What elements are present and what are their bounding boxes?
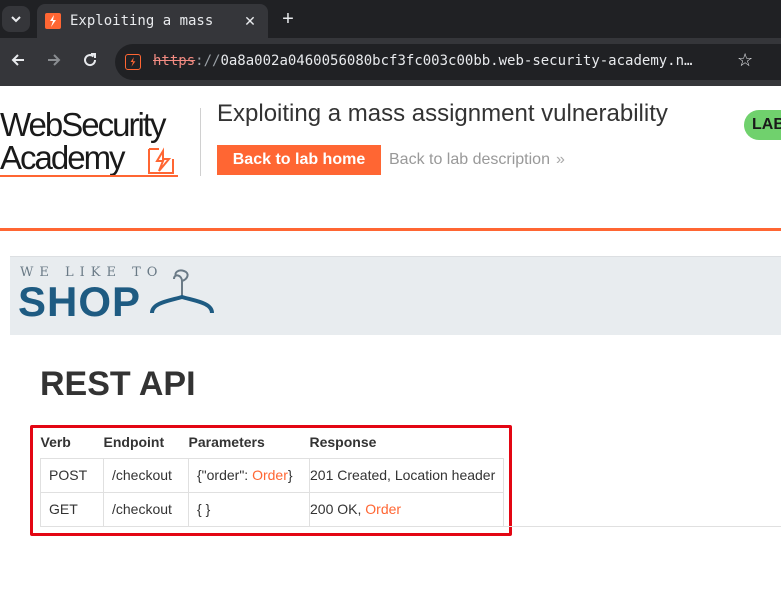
shop-wordmark: SHOP [18,278,142,325]
logo-underline [0,175,178,177]
logo-bolt-icon [148,147,174,174]
active-tab[interactable]: Exploiting a mass ✕ [37,4,268,38]
logo-line-2: Academy [0,139,126,176]
browser-tab-bar: Exploiting a mass ✕ + [0,0,781,38]
tab-search-button[interactable] [2,6,30,32]
page-heading: REST API [40,365,196,403]
content-rule [497,526,781,527]
new-tab-icon[interactable]: + [277,8,299,30]
back-to-lab-home-button[interactable]: Back to lab home [217,145,381,175]
back-to-lab-description-link[interactable]: Back to lab description » [389,151,565,169]
url-separator: :// [195,53,221,69]
header-divider [200,108,201,176]
chevron-down-icon [11,16,21,23]
url-scheme: https [153,53,196,69]
tab-title: Exploiting a mass [70,13,214,29]
hanger-icon [150,269,214,314]
back-to-lab-description-label: Back to lab description [389,151,550,168]
logo-line-1: WebSecurity [0,106,166,143]
highlight-box [30,425,512,536]
address-bar[interactable]: https://0a8a002a0460056080bcf3fc003c00bb… [115,44,781,80]
site-info-icon[interactable] [125,54,141,70]
portswigger-favicon-icon [45,13,61,29]
forward-arrow-icon[interactable] [42,50,66,74]
bookmark-star-icon[interactable]: ☆ [737,50,753,71]
lab-status-badge: LAB [744,110,781,140]
reload-icon[interactable] [78,50,102,74]
browser-toolbar: https://0a8a002a0460056080bcf3fc003c00bb… [0,38,781,86]
url-host: 0a8a002a0460056080bcf3fc003c00bb.web-sec… [220,53,693,69]
shop-banner[interactable]: WE LIKE TO SHOP [10,256,781,335]
url-text[interactable]: https://0a8a002a0460056080bcf3fc003c00bb… [153,53,733,69]
double-chevron-icon: » [555,151,565,168]
back-arrow-icon[interactable] [6,50,30,74]
lab-title: Exploiting a mass assignment vulnerabili… [217,100,668,127]
header-rule [0,228,781,231]
web-security-academy-logo[interactable]: WebSecurity Academy [0,107,200,179]
close-tab-icon[interactable]: ✕ [240,11,260,31]
